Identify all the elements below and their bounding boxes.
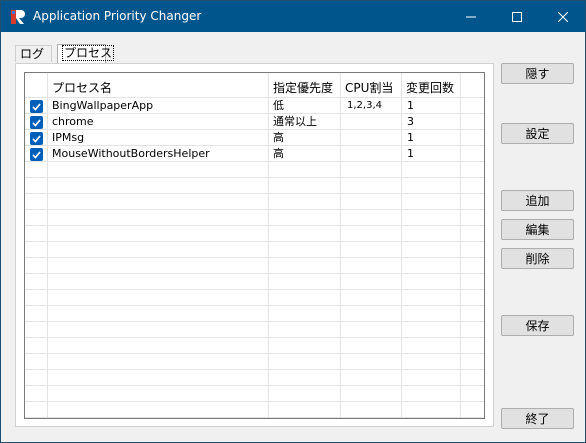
title-bar[interactable]: Application Priority Changer xyxy=(1,1,585,32)
checkmark-icon xyxy=(32,102,41,111)
row-checkbox[interactable] xyxy=(30,100,43,113)
row-count: 3 xyxy=(407,115,414,128)
checkmark-icon xyxy=(32,150,41,159)
checkmark-icon xyxy=(32,118,41,127)
row-count: 1 xyxy=(407,99,414,112)
add-button[interactable]: 追加 xyxy=(501,190,574,211)
maximize-button[interactable] xyxy=(494,1,540,32)
row-priority: 高 xyxy=(273,147,284,160)
row-count: 1 xyxy=(407,131,414,144)
settings-button[interactable]: 設定 xyxy=(501,123,574,144)
row-cpu: 1,2,3,4 xyxy=(347,100,382,111)
row-checkbox[interactable] xyxy=(30,148,43,161)
row-process-name: BingWallpaperApp xyxy=(52,99,154,112)
tab-log[interactable]: ログ xyxy=(15,45,52,62)
minimize-button[interactable] xyxy=(448,1,494,32)
row-priority: 通常以上 xyxy=(273,115,317,128)
column-header-count[interactable]: 変更回数 xyxy=(406,79,454,97)
row-checkbox[interactable] xyxy=(30,116,43,129)
row-process-name: IPMsg xyxy=(52,131,85,144)
app-logo-icon xyxy=(11,10,25,24)
checkmark-icon xyxy=(32,134,41,143)
maximize-icon xyxy=(512,11,522,22)
minimize-icon xyxy=(466,16,476,17)
hide-button[interactable]: 隠す xyxy=(501,63,574,84)
tab-log-label: ログ xyxy=(20,47,45,61)
row-priority: 低 xyxy=(273,99,284,112)
column-header-cpu[interactable]: CPU割当 xyxy=(345,79,393,97)
edit-button[interactable]: 編集 xyxy=(501,219,574,240)
row-process-name: chrome xyxy=(52,115,94,128)
delete-button[interactable]: 削除 xyxy=(501,248,574,269)
row-process-name: MouseWithoutBordersHelper xyxy=(52,147,210,160)
row-checkbox[interactable] xyxy=(30,132,43,145)
column-header-priority[interactable]: 指定優先度 xyxy=(273,79,333,97)
column-header-process-name[interactable]: プロセス名 xyxy=(52,79,112,97)
exit-button[interactable]: 終了 xyxy=(501,408,574,429)
close-button[interactable] xyxy=(540,1,586,32)
process-grid[interactable]: プロセス名 指定優先度 CPU割当 変更回数 BingWallpaperApp … xyxy=(24,72,485,419)
window-title: Application Priority Changer xyxy=(33,9,202,23)
tab-process-label: プロセス xyxy=(62,45,115,61)
row-priority: 高 xyxy=(273,131,284,144)
close-icon xyxy=(558,11,568,22)
save-button[interactable]: 保存 xyxy=(501,315,574,336)
app-window: Application Priority Changer ログ プロセス プロセ… xyxy=(0,0,586,443)
tab-process[interactable]: プロセス xyxy=(57,44,115,63)
row-count: 1 xyxy=(407,147,414,160)
